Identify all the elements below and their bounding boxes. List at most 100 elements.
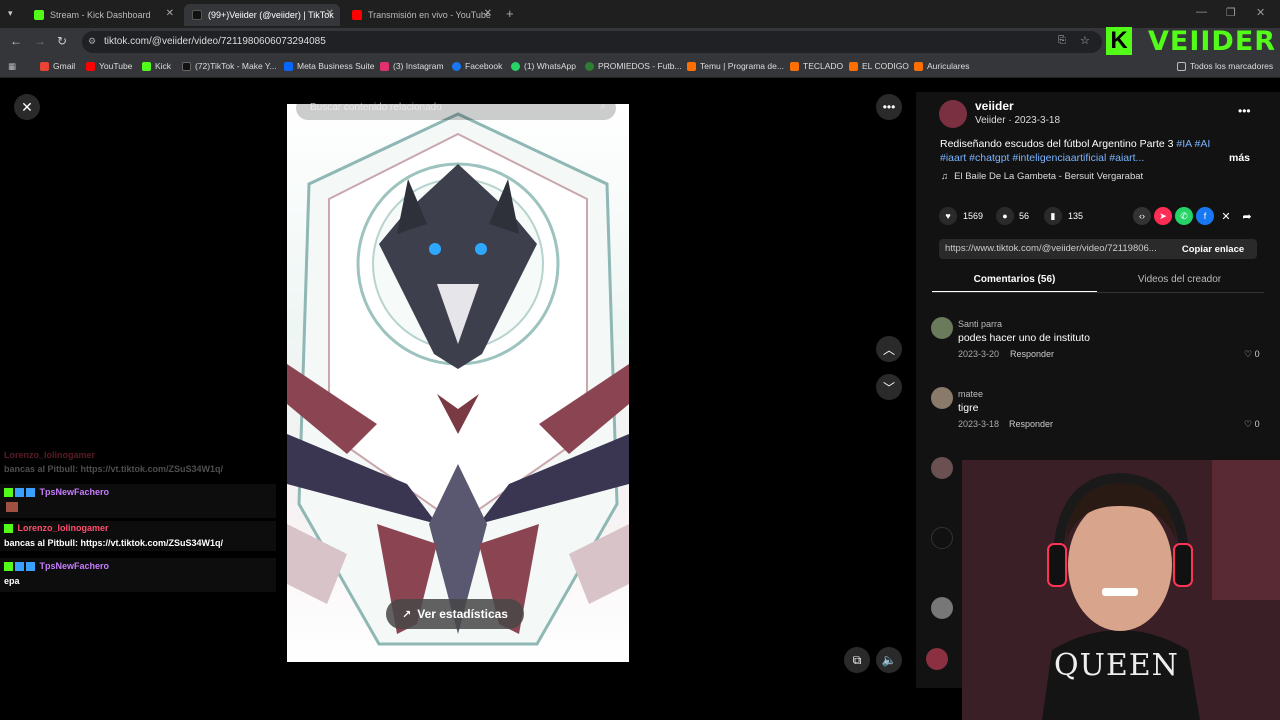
maximize-icon[interactable]: ❐ xyxy=(1226,6,1236,19)
share-facebook-button[interactable]: f xyxy=(1196,207,1214,225)
temu-icon xyxy=(687,61,696,71)
x-logo-icon: ✕ xyxy=(1221,210,1231,223)
chat-message-text: bancas al Pitbull: https://vt.tiktok.com… xyxy=(4,538,224,548)
bookmark-facebook[interactable]: Facebook xyxy=(452,61,502,71)
bookmark-auriculares[interactable]: Auriculares xyxy=(914,61,970,71)
facebook-icon xyxy=(452,61,461,71)
commenter-avatar[interactable] xyxy=(931,597,953,619)
picture-in-picture-icon: ⧉ xyxy=(852,652,862,667)
commenter-avatar[interactable] xyxy=(931,527,953,549)
youtube-icon xyxy=(86,61,95,71)
tab-search-icon[interactable]: ▾ xyxy=(8,8,13,19)
heart-icon: ♥ xyxy=(945,211,951,221)
bookmark-star-icon[interactable]: ☆ xyxy=(1080,34,1090,47)
video-link-field[interactable]: https://www.tiktok.com/@veiider/video/72… xyxy=(939,239,1169,259)
close-tab-icon[interactable]: ✕ xyxy=(326,8,334,19)
close-window-icon[interactable]: ✕ xyxy=(1256,6,1265,19)
meta-icon xyxy=(284,61,293,71)
bookmark-youtube[interactable]: YouTube xyxy=(86,61,132,71)
comment-button[interactable]: ● xyxy=(996,207,1014,225)
share-tiktok-button[interactable]: ➤ xyxy=(1154,207,1172,225)
kick-badge-icon xyxy=(4,562,13,572)
view-stats-button[interactable]: ↗ Ver estadísticas xyxy=(386,599,524,629)
commenter-avatar[interactable] xyxy=(931,387,953,409)
video-player[interactable] xyxy=(287,104,629,662)
share-whatsapp-button[interactable]: ✆ xyxy=(1175,207,1193,225)
next-video-button[interactable]: ﹀ xyxy=(876,374,902,400)
bookmark-instagram[interactable]: (3) Instagram xyxy=(380,61,444,71)
chat-message: Lorenzo_lolinogamer xyxy=(4,450,96,460)
apps-grid-icon[interactable]: ▦ xyxy=(8,61,16,72)
site-info-icon[interactable]: ⚙ xyxy=(88,36,96,47)
comment-username[interactable]: Santi parra xyxy=(958,319,1002,329)
temu-icon xyxy=(849,61,858,71)
comment-username[interactable]: matee xyxy=(958,389,983,399)
heart-outline-icon: ♡ xyxy=(1244,419,1253,429)
heart-outline-icon: ♡ xyxy=(1244,349,1253,359)
tab-kick-dashboard[interactable]: Stream - Kick Dashboard ✕ xyxy=(26,4,180,26)
install-app-icon[interactable]: ⎘ xyxy=(1058,35,1066,46)
kick-favicon-icon xyxy=(34,10,44,20)
tab-tiktok[interactable]: (99+)Veiider (@veiider) | TikTok ✕ xyxy=(184,4,340,26)
forward-icon[interactable]: → xyxy=(34,34,46,48)
bookmark-temu[interactable]: Temu | Programa de... xyxy=(687,61,784,71)
copy-link-button[interactable]: Copiar enlace xyxy=(1169,239,1257,259)
bookmark-kick[interactable]: Kick xyxy=(142,61,171,71)
creator-avatar[interactable] xyxy=(939,100,967,128)
volume-button[interactable]: 🔈 xyxy=(876,647,902,673)
comment-like-button[interactable]: ♡ 0 xyxy=(1244,419,1260,430)
whatsapp-icon xyxy=(511,61,520,71)
url-input[interactable]: ⚙ tiktok.com/@veiider/video/721198060607… xyxy=(82,31,1102,53)
mini-player-button[interactable]: ⧉ xyxy=(844,647,870,673)
new-tab-icon[interactable]: + xyxy=(506,6,514,21)
close-icon: ✕ xyxy=(21,98,33,115)
share-x-button[interactable]: ✕ xyxy=(1217,207,1235,225)
share-more-button[interactable]: ➦ xyxy=(1238,207,1256,225)
creator-username[interactable]: veiider xyxy=(975,99,1014,113)
reply-button[interactable]: Responder xyxy=(1010,349,1054,359)
more-options-button[interactable]: ••• xyxy=(876,94,902,120)
ellipsis-icon: ••• xyxy=(882,100,896,114)
tab-youtube[interactable]: Transmisión en vivo - YouTube ✕ xyxy=(344,4,498,26)
see-more-link[interactable]: más xyxy=(1229,152,1250,164)
wolf-crest-artwork xyxy=(287,112,629,646)
bookmark-promiedos[interactable]: PROMIEDOS - Futb... xyxy=(585,61,682,71)
reply-button[interactable]: Responder xyxy=(1009,419,1053,429)
post-more-icon[interactable]: ••• xyxy=(1238,104,1251,118)
commenter-avatar[interactable] xyxy=(931,457,953,479)
shirt-print-text: QUEEN xyxy=(1054,648,1179,683)
facebook-icon: f xyxy=(1203,211,1207,221)
related-search-input[interactable]: Buscar contenido relacionado ⌕ xyxy=(296,96,616,120)
send-icon: ➤ xyxy=(1159,210,1167,221)
caption-hashtags[interactable]: #IA #AI xyxy=(1176,138,1210,150)
close-tab-icon[interactable]: ✕ xyxy=(484,8,492,19)
all-bookmarks-button[interactable]: Todos los marcadores xyxy=(1177,61,1273,71)
post-caption: Rediseñando escudos del fútbol Argentino… xyxy=(940,138,1211,150)
bookmark-whatsapp[interactable]: (1) WhatsApp xyxy=(511,61,576,71)
caption-hashtags-line: #iaart #chatgpt #inteligenciaartificial … xyxy=(940,152,1145,164)
like-button[interactable]: ♥ xyxy=(939,207,957,225)
bookmark-teclado[interactable]: TECLADO xyxy=(790,61,843,71)
minimize-icon[interactable]: — xyxy=(1196,6,1207,18)
comment-text: tigre xyxy=(958,402,979,414)
commenter-avatar[interactable] xyxy=(931,317,953,339)
tiktok-icon xyxy=(182,61,191,71)
bookmark-gmail[interactable]: Gmail xyxy=(40,61,75,71)
youtube-favicon-icon xyxy=(352,10,362,20)
tab-comments[interactable]: Comentarios (56) xyxy=(932,274,1097,285)
previous-video-button[interactable]: ︿ xyxy=(876,336,902,362)
comment-like-button[interactable]: ♡ 0 xyxy=(1244,349,1260,360)
bookmark-meta[interactable]: Meta Business Suite xyxy=(284,61,374,71)
tab-creator-videos[interactable]: Videos del creador xyxy=(1097,274,1262,285)
close-video-button[interactable]: ✕ xyxy=(14,94,40,120)
save-button[interactable]: ▮ xyxy=(1044,207,1062,225)
bookmark-tiktok[interactable]: (72)TikTok - Make Y... xyxy=(182,61,277,71)
gmail-icon xyxy=(40,61,49,71)
current-user-avatar[interactable] xyxy=(926,648,948,670)
back-icon[interactable]: ← xyxy=(10,34,22,48)
embed-button[interactable]: ‹› xyxy=(1133,207,1151,225)
music-info[interactable]: ♫ El Baile De La Gambeta - Bersuit Vergar… xyxy=(941,171,1143,182)
bookmark-el-codigo[interactable]: EL CODIGO xyxy=(849,61,909,71)
close-tab-icon[interactable]: ✕ xyxy=(166,8,174,19)
reload-icon[interactable]: ↻ xyxy=(57,34,67,48)
